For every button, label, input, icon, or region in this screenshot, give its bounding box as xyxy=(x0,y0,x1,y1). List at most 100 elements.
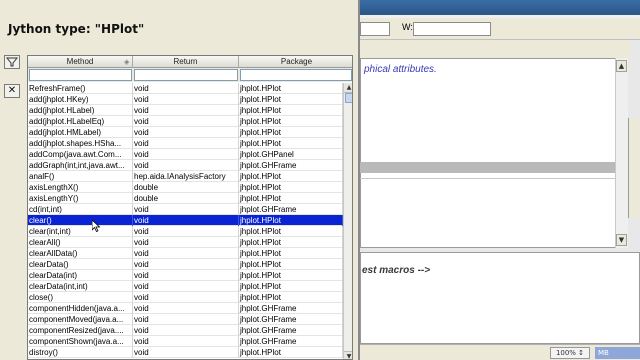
background-editor-pane[interactable] xyxy=(360,58,628,248)
cell-method: distroy() xyxy=(28,347,133,358)
cell-package: jhplot.HPlot xyxy=(239,138,343,149)
scroll-up-icon[interactable]: ▲ xyxy=(616,60,627,72)
cell-package: jhplot.GHFrame xyxy=(239,336,343,347)
cell-method: componentMoved(java.a... xyxy=(28,314,133,325)
column-header-return[interactable]: Return xyxy=(133,56,239,68)
zoom-indicator[interactable]: 100% ↕ xyxy=(550,347,590,359)
cell-method: add(jhplot.HKey) xyxy=(28,94,133,105)
cell-package: jhplot.HPlot xyxy=(239,281,343,292)
table-row[interactable]: clearAllData() void jhplot.HPlot xyxy=(28,248,343,259)
table-row[interactable]: clearData(int,int) void jhplot.HPlot xyxy=(28,281,343,292)
cell-return: void xyxy=(133,127,239,138)
cell-return: void xyxy=(133,347,239,358)
cell-return: void xyxy=(133,105,239,116)
cell-package: jhplot.HPlot xyxy=(239,226,343,237)
cell-method: componentResized(java.... xyxy=(28,325,133,336)
cell-method: add(jhplot.shapes.HSha... xyxy=(28,138,133,149)
cell-return: double xyxy=(133,193,239,204)
table-row[interactable]: axisLengthY() double jhplot.HPlot xyxy=(28,193,343,204)
cell-method: cd(int,int) xyxy=(28,204,133,215)
return-filter-input[interactable] xyxy=(134,69,238,81)
package-filter-input[interactable] xyxy=(240,69,352,81)
background-title-bar[interactable] xyxy=(360,0,640,15)
cell-return: void xyxy=(133,116,239,127)
table-row[interactable]: add(jhplot.HMLabel) void jhplot.HPlot xyxy=(28,127,343,138)
close-icon[interactable]: ✕ xyxy=(4,84,20,98)
table-row[interactable]: clear() void jhplot.HPlot xyxy=(28,215,343,226)
table-row[interactable]: axisLengthX() double jhplot.HPlot xyxy=(28,182,343,193)
table-row[interactable]: close() void jhplot.HPlot xyxy=(28,292,343,303)
cell-return: void xyxy=(133,204,239,215)
cell-package: jhplot.GHFrame xyxy=(239,314,343,325)
table-row[interactable]: clear(int,int) void jhplot.HPlot xyxy=(28,226,343,237)
filter-icon[interactable] xyxy=(4,55,20,69)
cell-package: jhplot.HPlot xyxy=(239,94,343,105)
background-scrollbar[interactable] xyxy=(615,58,628,248)
cell-package: jhplot.GHFrame xyxy=(239,303,343,314)
scroll-thumb[interactable] xyxy=(345,93,352,103)
table-row[interactable]: add(jhplot.HLabel) void jhplot.HPlot xyxy=(28,105,343,116)
column-header-package[interactable]: Package xyxy=(239,56,352,68)
cell-return: void xyxy=(133,292,239,303)
table-scrollbar[interactable]: ▲ ▼ xyxy=(343,83,352,359)
table-row[interactable]: componentShown(java.a... void jhplot.GHFra… xyxy=(28,336,343,347)
table-row[interactable]: add(jhplot.HKey) void jhplot.HPlot xyxy=(28,94,343,105)
cell-package: jhplot.HPlot xyxy=(239,116,343,127)
table-row[interactable]: clearData() void jhplot.HPlot xyxy=(28,259,343,270)
cell-return: void xyxy=(133,83,239,94)
width-label: W: xyxy=(402,22,413,32)
cell-package: jhplot.HPlot xyxy=(239,171,343,182)
cell-return: void xyxy=(133,138,239,149)
table-row[interactable]: RefreshFrame() void jhplot.HPlot xyxy=(28,83,343,94)
cell-package: jhplot.GHFrame xyxy=(239,204,343,215)
cell-method: componentShown(java.a... xyxy=(28,336,133,347)
cell-method: clearAll() xyxy=(28,237,133,248)
cell-package: jhplot.HPlot xyxy=(239,193,343,204)
scroll-down-icon[interactable]: ▼ xyxy=(344,351,352,359)
table-row[interactable]: clearData(int) void jhplot.HPlot xyxy=(28,270,343,281)
cell-method: addComp(java.awt.Com... xyxy=(28,149,133,160)
column-header-method[interactable]: Method xyxy=(28,56,133,68)
width-input[interactable] xyxy=(413,22,491,36)
table-row[interactable]: componentHidden(java.a... void jhplot.GHFr… xyxy=(28,303,343,314)
background-text-field[interactable] xyxy=(360,22,390,36)
background-panel-gap xyxy=(360,40,630,58)
cell-package: jhplot.GHPanel xyxy=(239,149,343,160)
cell-method: axisLengthX() xyxy=(28,182,133,193)
cell-method: add(jhplot.HLabel) xyxy=(28,105,133,116)
editor-text-attributes: phical attributes. xyxy=(364,64,437,75)
cell-package: jhplot.HPlot xyxy=(239,182,343,193)
cell-method: clearData(int) xyxy=(28,270,133,281)
table-row[interactable]: clearAll() void jhplot.HPlot xyxy=(28,237,343,248)
jython-type-dialog: Jython type: "HPlot" ✕ Method ◈ Return P… xyxy=(0,0,360,360)
table-row[interactable]: analF() hep.aida.IAnalysisFactory jhplot.H… xyxy=(28,171,343,182)
mouse-cursor-icon xyxy=(92,220,100,232)
cell-return: void xyxy=(133,237,239,248)
cell-package: jhplot.HPlot xyxy=(239,347,343,358)
cell-method: clear(int,int) xyxy=(28,226,133,237)
table-row[interactable]: componentMoved(java.a... void jhplot.GHFra… xyxy=(28,314,343,325)
cell-return: void xyxy=(133,270,239,281)
table-row[interactable]: cd(int,int) void jhplot.GHFrame xyxy=(28,204,343,215)
cell-return: void xyxy=(133,160,239,171)
scroll-up-icon[interactable]: ▲ xyxy=(344,83,352,93)
cell-package: jhplot.GHFrame xyxy=(239,325,343,336)
cell-return: void xyxy=(133,226,239,237)
cell-package: jhplot.HPlot xyxy=(239,270,343,281)
scroll-down-icon[interactable]: ▼ xyxy=(616,234,627,246)
cell-package: jhplot.HPlot xyxy=(239,215,343,226)
table-row[interactable]: addComp(java.awt.Com... void jhplot.GHPane… xyxy=(28,149,343,160)
method-filter-input[interactable] xyxy=(29,69,132,81)
cell-method: RefreshFrame() xyxy=(28,83,133,94)
sort-icon[interactable]: ◈ xyxy=(124,58,132,66)
table-row[interactable]: add(jhplot.HLabelEq) void jhplot.HPlot xyxy=(28,116,343,127)
filter-row xyxy=(28,68,352,82)
cell-package: jhplot.HPlot xyxy=(239,248,343,259)
table-row[interactable]: addGraph(int,int,java.awt... void jhplot.G… xyxy=(28,160,343,171)
cell-return: void xyxy=(133,336,239,347)
table-row[interactable]: distroy() void jhplot.HPlot xyxy=(28,347,343,358)
cell-package: jhplot.HPlot xyxy=(239,237,343,248)
table-row[interactable]: add(jhplot.shapes.HSha... void jhplot.HPlo… xyxy=(28,138,343,149)
table-row[interactable]: componentResized(java.... void jhplot.GHFr… xyxy=(28,325,343,336)
table-header: Method ◈ Return Package xyxy=(28,56,352,68)
